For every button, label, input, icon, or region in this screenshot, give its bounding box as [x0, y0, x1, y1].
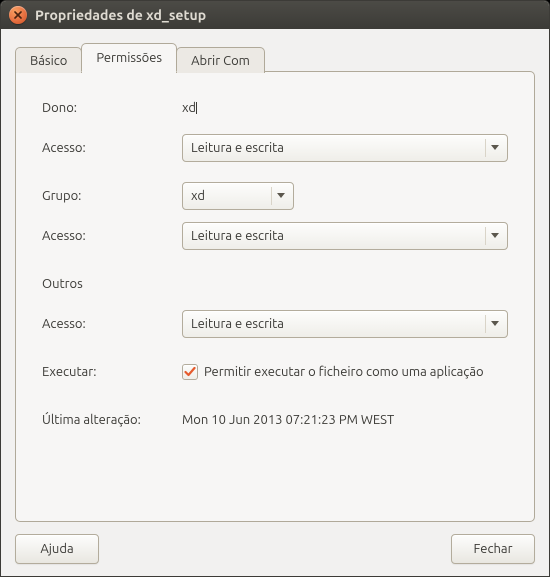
owner-value: xd: [182, 101, 196, 115]
chevron-down-icon: [485, 227, 503, 245]
button-label: Ajuda: [40, 542, 73, 556]
label-owner-access: Acesso:: [42, 141, 182, 155]
tab-openwith[interactable]: Abrir Com: [176, 47, 265, 73]
select-value: xd: [191, 189, 205, 203]
select-value: Leitura e escrita: [191, 141, 284, 155]
label-group: Grupo:: [42, 189, 182, 203]
row-owner: Dono: xd: [42, 94, 508, 122]
label-owner: Dono:: [42, 101, 182, 115]
row-execute: Executar: Permitir executar o ficheiro c…: [42, 358, 508, 386]
close-icon: [14, 11, 22, 19]
permissions-panel: Dono: xd Acesso: Leitura e escrita: [15, 71, 535, 522]
tab-label: Básico: [30, 54, 67, 68]
titlebar: Propriedades de xd_setup: [1, 1, 549, 29]
button-label: Fechar: [473, 542, 512, 556]
row-last-change: Última alteração: Mon 10 Jun 2013 07:21:…: [42, 406, 508, 434]
group-access-select[interactable]: Leitura e escrita: [182, 222, 508, 250]
select-value: Leitura e escrita: [191, 229, 284, 243]
button-bar: Ajuda Fechar: [15, 522, 535, 564]
label-others: Outros: [42, 277, 182, 291]
row-others-access: Acesso: Leitura e escrita: [42, 310, 508, 338]
others-access-select[interactable]: Leitura e escrita: [182, 310, 508, 338]
group-select[interactable]: xd: [182, 182, 294, 210]
close-window-button[interactable]: [9, 6, 27, 24]
label-group-access: Acesso:: [42, 229, 182, 243]
chevron-down-icon: [485, 139, 503, 157]
execute-checkbox[interactable]: [182, 364, 198, 380]
tab-permissions[interactable]: Permissões: [81, 43, 177, 72]
properties-window: Propriedades de xd_setup Básico Permissõ…: [0, 0, 550, 577]
row-group-access: Acesso: Leitura e escrita: [42, 222, 508, 250]
window-title: Propriedades de xd_setup: [35, 7, 206, 23]
row-owner-access: Acesso: Leitura e escrita: [42, 134, 508, 162]
execute-checkbox-label[interactable]: Permitir executar o ficheiro como uma ap…: [204, 365, 484, 379]
tab-bar: Básico Permissões Abrir Com: [15, 43, 535, 72]
label-last-change: Última alteração:: [42, 413, 182, 427]
chevron-down-icon: [271, 187, 289, 205]
last-change-value: Mon 10 Jun 2013 07:21:23 PM WEST: [182, 413, 394, 427]
tab-basic[interactable]: Básico: [15, 47, 82, 73]
chevron-down-icon: [485, 315, 503, 333]
owner-access-select[interactable]: Leitura e escrita: [182, 134, 508, 162]
check-icon: [184, 366, 196, 378]
tab-label: Abrir Com: [191, 54, 250, 68]
label-others-access: Acesso:: [42, 317, 182, 331]
tab-label: Permissões: [96, 51, 162, 65]
row-others-header: Outros: [42, 270, 508, 298]
close-button[interactable]: Fechar: [451, 534, 535, 564]
select-value: Leitura e escrita: [191, 317, 284, 331]
row-group: Grupo: xd: [42, 182, 508, 210]
help-button[interactable]: Ajuda: [15, 534, 99, 564]
label-execute: Executar:: [42, 365, 182, 379]
content: Básico Permissões Abrir Com Dono: xd Ace…: [1, 29, 549, 576]
